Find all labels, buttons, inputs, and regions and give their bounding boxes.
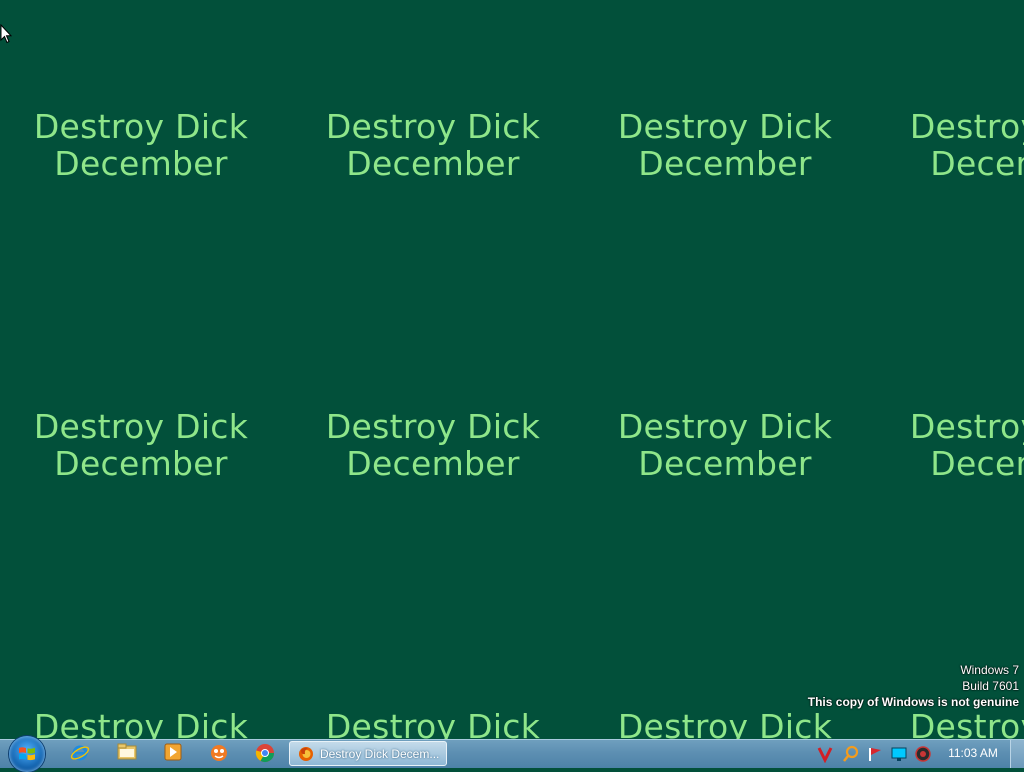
windows-explorer-icon[interactable]: [115, 743, 139, 765]
wallpaper-text: Destroy DickDecember: [909, 407, 1024, 483]
windows-watermark: Windows 7 Build 7601 This copy of Window…: [808, 662, 1019, 710]
windows-logo-icon: [19, 747, 35, 761]
chrome-icon[interactable]: [253, 743, 277, 765]
taskbar: Destroy Dick Decem... 11:03 AM: [0, 736, 1024, 772]
antivirus-icon[interactable]: [816, 745, 834, 764]
start-button[interactable]: [9, 736, 45, 772]
wallpaper-text: Destroy DickDecember: [33, 407, 249, 483]
show-desktop-button[interactable]: [1010, 740, 1024, 768]
wallpaper-text: Destroy DickDecember: [33, 707, 249, 740]
mouse-cursor-icon: [0, 23, 13, 48]
network-icon[interactable]: [890, 745, 908, 763]
wallpaper-text: Destroy DickDecember: [617, 707, 833, 740]
window-title: Destroy Dick Decem...: [320, 747, 440, 761]
wallpaper-text: Destroy DickDecember: [325, 107, 541, 183]
clock[interactable]: 11:03 AM: [940, 746, 1006, 760]
watermark-os: Windows 7: [960, 663, 1019, 677]
wallpaper-text: Destroy DickDecember: [325, 707, 541, 740]
app-icon[interactable]: [207, 743, 231, 765]
wallpaper-text: Destroy DickDecember: [325, 407, 541, 483]
internet-explorer-icon[interactable]: [68, 743, 92, 765]
watermark-build: Build 7601: [962, 679, 1019, 693]
flag-icon[interactable]: [866, 745, 884, 763]
firefox-icon: [299, 747, 313, 761]
taskbar-window-firefox[interactable]: Destroy Dick Decem...: [289, 741, 447, 766]
wallpaper-text: Destroy DickDecember: [617, 407, 833, 483]
desktop[interactable]: Destroy Dick December Destroy Dick Decembe…: [0, 0, 1024, 740]
search-icon[interactable]: [842, 745, 860, 763]
wallpaper-text: Destroy DickDecember: [617, 107, 833, 183]
wallpaper-text: Destroy DickDecember: [909, 107, 1024, 183]
watermark-notice: This copy of Windows is not genuine: [807, 695, 1019, 709]
wallpaper-text: Destroy DickDecember: [33, 107, 249, 183]
media-player-icon[interactable]: [161, 743, 185, 765]
wallpaper-text: Destroy DickDecember: [909, 707, 1024, 740]
volume-icon[interactable]: [914, 745, 932, 763]
